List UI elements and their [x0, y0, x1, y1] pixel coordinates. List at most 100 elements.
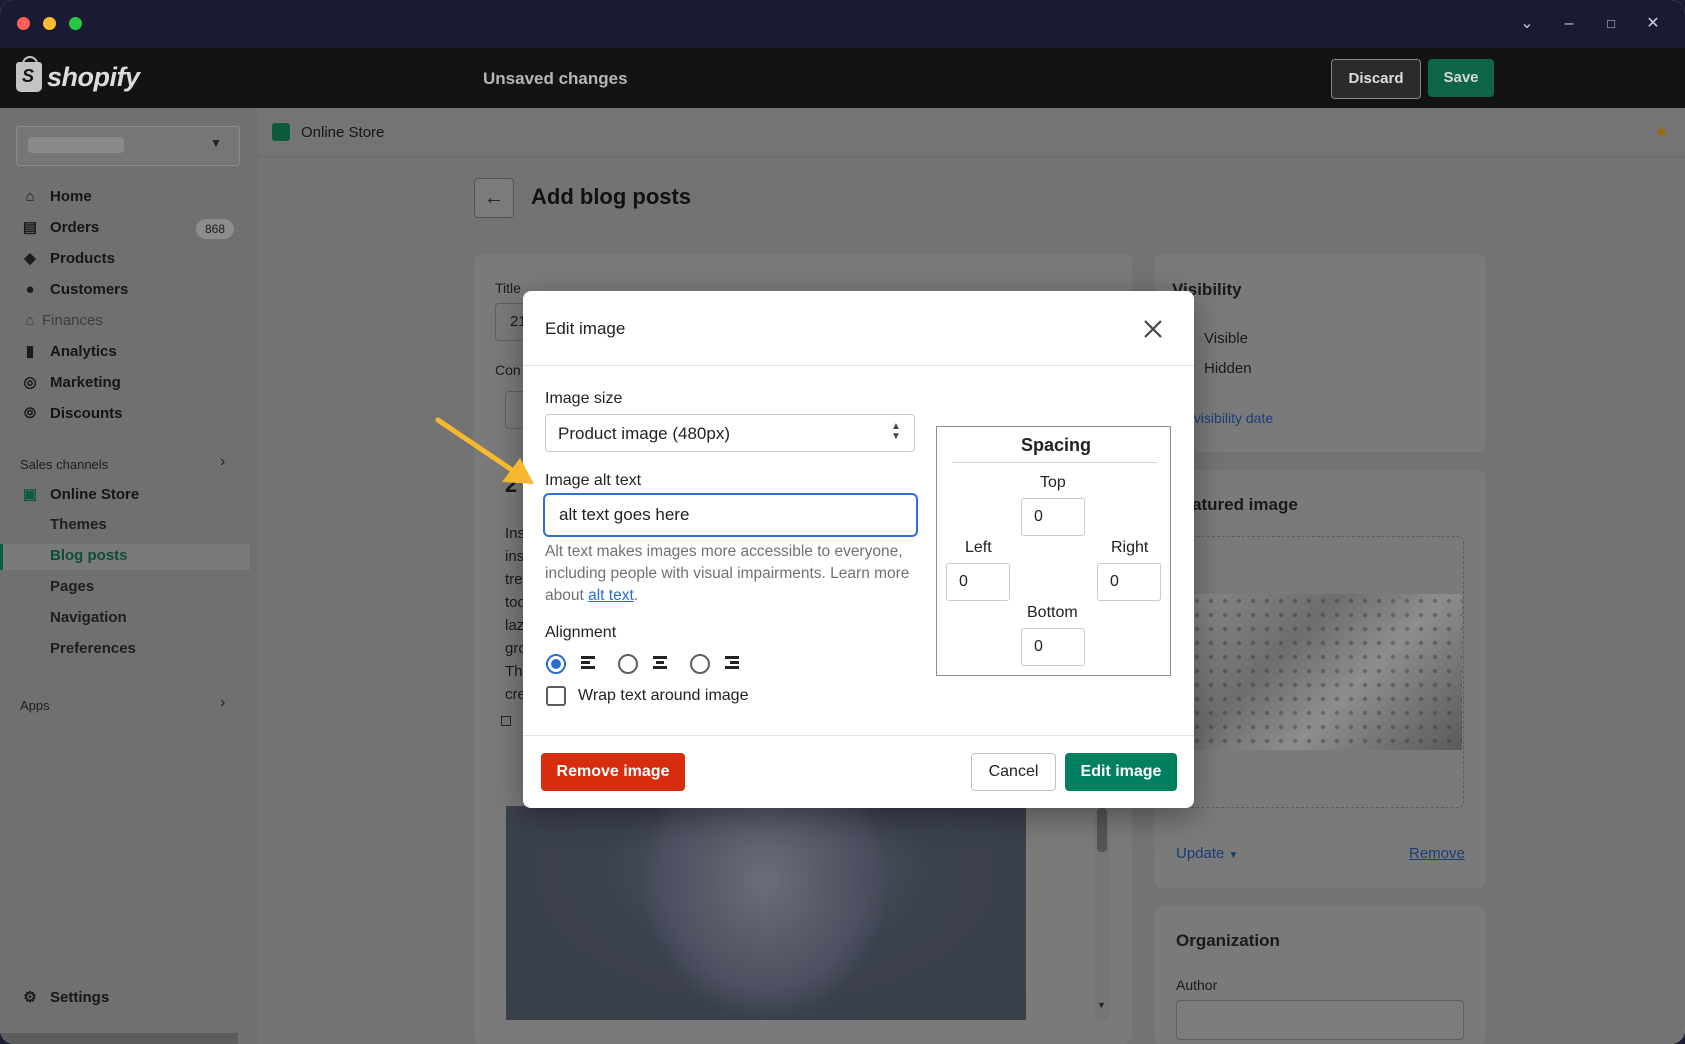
modal-footer-divider [523, 735, 1194, 736]
content-label: Con [495, 362, 521, 378]
person-icon: ● [25, 281, 35, 298]
storefront-icon [272, 123, 290, 141]
remove-featured-link[interactable]: Remove [1409, 845, 1465, 862]
storefront-icon: ▣ [22, 486, 38, 503]
sidebar-subitem-pages[interactable]: Pages [50, 578, 94, 595]
sidebar-subitem-blog-posts[interactable]: Blog posts [50, 547, 128, 564]
spacing-left-label: Left [965, 539, 992, 556]
sidebar-subitem-themes[interactable]: Themes [50, 516, 107, 533]
back-button[interactable]: ← [474, 178, 514, 218]
sidebar-item-label: Home [50, 188, 92, 205]
editor-scrollbar-thumb[interactable] [1097, 808, 1107, 852]
align-right-radio[interactable] [690, 654, 710, 674]
pin-icon[interactable]: ▲ [1654, 122, 1670, 140]
target-icon: ◎ [23, 374, 37, 391]
wrap-text-checkbox[interactable] [546, 686, 566, 706]
annotation-arrow-icon [435, 417, 534, 484]
align-center-icon [653, 656, 667, 670]
close-icon[interactable] [1140, 316, 1166, 342]
alt-text-link[interactable]: alt text [588, 587, 634, 604]
window-minimize-dot[interactable] [43, 17, 56, 30]
spacing-top-input[interactable]: 0 [1021, 498, 1085, 536]
bank-icon: ⌂ [25, 312, 35, 329]
image-size-label: Image size [545, 390, 623, 407]
align-left-radio[interactable] [546, 654, 566, 674]
alt-text-help: Alt text makes images more accessible to… [545, 541, 923, 607]
scroll-down-arrow-icon[interactable]: ▼ [1097, 1000, 1106, 1010]
organization-title: Organization [1176, 931, 1280, 950]
spacing-left-input[interactable]: 0 [946, 563, 1010, 601]
close-icon[interactable]: ✕ [1641, 12, 1665, 36]
sidebar-item-label: Products [50, 250, 116, 267]
sidebar-subitem-navigation[interactable]: Navigation [50, 609, 127, 626]
image-size-value: Product image (480px) [558, 424, 730, 443]
sidebar-item-label: Marketing [50, 374, 121, 391]
app-window: ⌄ – □ ✕ S shopify Unsaved changes Discar… [0, 0, 1685, 1044]
select-arrows-icon: ▲ ▼ [891, 421, 901, 442]
update-label: Update [1176, 845, 1225, 862]
tag-icon: ◆ [24, 250, 36, 267]
unsaved-status: Unsaved changes [483, 69, 628, 88]
save-button[interactable]: Save [1428, 59, 1494, 97]
arrow-left-icon: ← [484, 187, 504, 209]
window-titlebar: ⌄ – □ ✕ [0, 0, 1685, 48]
content-line: tre [505, 571, 523, 588]
cancel-button[interactable]: Cancel [971, 753, 1056, 791]
edit-image-button[interactable]: Edit image [1065, 753, 1177, 791]
set-visibility-date-link[interactable]: t visibility date [1186, 410, 1273, 426]
orders-icon: ▤ [22, 219, 38, 236]
bar-chart-icon: ▮ [25, 343, 35, 360]
discount-icon: ⦾ [23, 405, 36, 422]
chevron-right-icon[interactable]: › [220, 694, 225, 712]
featured-image-pattern [1190, 594, 1462, 750]
author-label: Author [1176, 977, 1218, 993]
content-line: ins [505, 548, 525, 565]
chevron-down-icon[interactable]: ⌄ [1515, 12, 1539, 36]
modal-title: Edit image [545, 319, 626, 338]
orders-count-badge: 868 [196, 219, 234, 239]
content-line: Ins [505, 525, 526, 542]
breadcrumb-label[interactable]: Online Store [301, 124, 384, 141]
content-line: laz [505, 617, 525, 634]
visibility-option-visible[interactable]: Visible [1204, 330, 1248, 347]
sidebar-item-label: Orders [50, 219, 100, 236]
discard-button[interactable]: Discard [1331, 59, 1421, 99]
align-center-radio[interactable] [618, 654, 638, 674]
sidebar-subitem-preferences[interactable]: Preferences [50, 640, 136, 657]
sidebar-item-label: Online Store [50, 486, 140, 503]
sidebar-item-label: Discounts [50, 405, 123, 422]
caret-down-icon: ▼ [210, 136, 222, 150]
title-label: Title [495, 280, 521, 296]
alignment-label: Alignment [545, 624, 617, 641]
align-left-icon [581, 656, 595, 670]
spacing-right-input[interactable]: 0 [1097, 563, 1161, 601]
sidebar-item-label: Finances [42, 312, 103, 329]
breadcrumb [258, 108, 1685, 157]
chevron-right-icon[interactable]: › [220, 453, 225, 471]
restore-icon[interactable]: □ [1599, 12, 1623, 36]
shopify-s-glyph: S [22, 66, 35, 86]
remove-image-button[interactable]: Remove image [541, 753, 685, 791]
spacing-title: Spacing [1021, 435, 1092, 455]
author-field[interactable] [1176, 1000, 1464, 1040]
image-resize-handle[interactable] [501, 716, 511, 726]
window-maximize-dot[interactable] [69, 17, 82, 30]
image-alt-input[interactable] [543, 493, 918, 537]
home-icon: ⌂ [25, 188, 35, 205]
sales-channels-heading: Sales channels [20, 457, 109, 472]
sidebar-item-label: Customers [50, 281, 129, 298]
alt-help-end: . [633, 587, 639, 604]
wrap-text-label[interactable]: Wrap text around image [578, 687, 748, 705]
shopify-logo: shopify [47, 62, 140, 92]
content-line: Th [505, 663, 523, 680]
sidebar-item-label: Analytics [50, 343, 117, 360]
minimize-icon[interactable]: – [1557, 12, 1581, 36]
spacing-right-label: Right [1111, 539, 1149, 556]
sidebar-scrollbar[interactable] [0, 1033, 238, 1044]
visibility-option-hidden[interactable]: Hidden [1204, 360, 1252, 377]
spacing-top-label: Top [1040, 474, 1066, 491]
spacing-bottom-input[interactable]: 0 [1021, 628, 1085, 666]
update-dropdown[interactable]: Update ▼ [1176, 845, 1238, 862]
spacing-bottom-label: Bottom [1027, 604, 1078, 621]
window-close-dot[interactable] [17, 17, 30, 30]
